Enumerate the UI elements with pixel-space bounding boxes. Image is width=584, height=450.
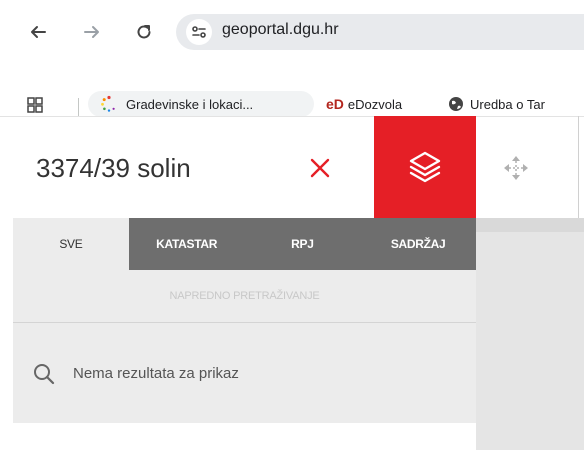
tab-sve[interactable]: SVE — [13, 218, 129, 270]
search-tabs: SVE KATASTAR RPJ SADRŽAJ — [13, 218, 476, 270]
edozvola-logo: eD — [326, 96, 344, 112]
layers-icon — [409, 151, 441, 183]
forward-button[interactable] — [80, 20, 104, 44]
bookmark-uredba[interactable]: Uredba o Tar — [448, 90, 545, 118]
reload-button[interactable] — [132, 20, 156, 44]
url-text[interactable]: geoportal.dgu.hr — [222, 21, 339, 39]
reload-icon — [137, 25, 151, 39]
site-info-button[interactable] — [186, 19, 212, 45]
search-query[interactable]: 3374/39 solin — [36, 153, 191, 184]
search-icon — [33, 363, 55, 385]
tab-rpj[interactable]: RPJ — [245, 218, 361, 270]
globe-icon — [449, 97, 463, 111]
bookmark-label: Uredba o Tar — [470, 96, 545, 112]
header-divider — [578, 116, 579, 218]
apps-button[interactable] — [26, 91, 44, 119]
loading-spinner-icon — [101, 95, 115, 112]
bookmark-label: Gradevinske i lokaci... — [126, 96, 254, 112]
move-icon — [504, 156, 528, 180]
pan-button[interactable] — [496, 148, 536, 188]
bookmark-edozvola[interactable]: eD eDozvola — [326, 90, 402, 118]
back-arrow-icon — [31, 26, 46, 38]
close-icon — [310, 158, 330, 178]
clear-search-button[interactable] — [300, 148, 340, 188]
layers-button[interactable] — [374, 116, 476, 218]
map-area[interactable] — [476, 218, 584, 450]
tab-sadrzaj[interactable]: SADRŽAJ — [360, 218, 476, 270]
results-panel: Nema rezultata za prikaz — [13, 322, 476, 423]
bookmark-label: eDozvola — [347, 96, 403, 112]
advanced-search-link[interactable]: NAPREDNO PRETRAŽIVANJE — [13, 270, 476, 322]
back-button[interactable] — [26, 20, 50, 44]
no-results-message: Nema rezultata za prikaz — [73, 365, 239, 382]
bookmark-separator — [78, 98, 79, 116]
map-area-top-strip — [476, 218, 584, 232]
apps-grid-icon — [27, 97, 43, 113]
forward-arrow-icon — [84, 26, 99, 38]
site-info-icon — [192, 26, 206, 38]
tab-katastar[interactable]: KATASTAR — [129, 218, 245, 270]
bookmark-gradevinske[interactable]: Gradevinske i lokaci... — [100, 90, 253, 118]
